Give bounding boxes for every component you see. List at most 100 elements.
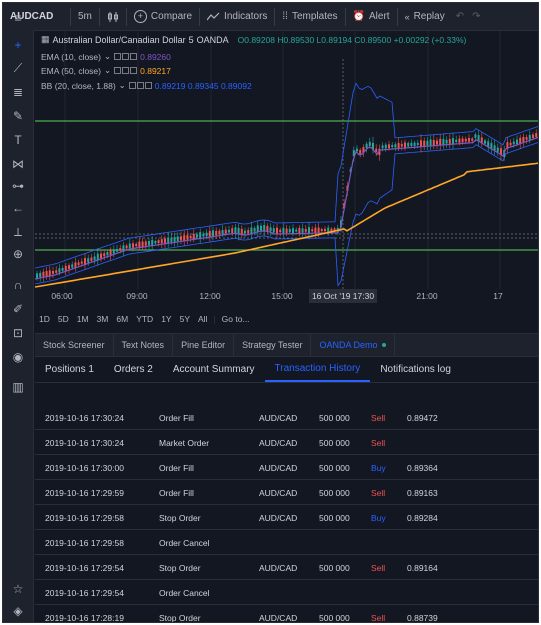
redo-button[interactable]: ↷ (468, 3, 484, 30)
chart-style-button[interactable] (100, 3, 126, 30)
table-row[interactable]: 2019-10-16 17:29:54 Stop Order AUD/CAD 500 … (35, 555, 538, 580)
candle-body (308, 227, 310, 234)
magnet-icon[interactable]: ∩ (11, 278, 25, 292)
lock-icon[interactable]: ⊡ (11, 326, 25, 340)
candle-body (269, 227, 272, 232)
brush-icon[interactable]: ✎ (11, 109, 25, 123)
range-3m[interactable]: 3M (93, 314, 113, 324)
tab-transaction-history[interactable]: Transaction History (264, 356, 371, 382)
bb-legend[interactable]: BB (20, close, 1.88) ⌄ 0.89219 0.89345 0… (41, 80, 252, 91)
ruler-icon[interactable]: ⟂ (11, 225, 25, 239)
range-1m[interactable]: 1M (73, 314, 93, 324)
candle-body (116, 249, 118, 252)
legend-controls[interactable] (114, 67, 138, 74)
table-row[interactable]: 2019-10-16 17:28:19 Stop Order AUD/CAD 500 … (35, 605, 538, 623)
candle-body (528, 134, 531, 140)
ema50-legend[interactable]: EMA (50, close) ⌄ 0.89217 (41, 65, 171, 76)
menu-icon[interactable]: ≡ (11, 11, 25, 25)
bb-lower-band (35, 142, 538, 287)
templates-button[interactable]: ⁞⁞ Templates (275, 3, 344, 30)
zoom-icon[interactable]: ⊕ (11, 247, 25, 261)
trend-line-icon[interactable]: ⟋ (11, 61, 25, 75)
text-icon[interactable]: T (11, 133, 25, 147)
compare-button[interactable]: + Compare (127, 3, 199, 30)
lock-drawings-icon[interactable]: ✐ (11, 302, 25, 316)
cell-time: 2019-10-16 17:29:54 (45, 588, 124, 598)
top-toolbar: AUDCAD 5m + Compare Indicators ⁞⁞ Templa… (3, 3, 538, 31)
range-6m[interactable]: 6M (112, 314, 132, 324)
replay-icon: « (404, 11, 410, 22)
tab-oanda-demo[interactable]: OANDA Demo (311, 334, 395, 356)
crosshair-icon[interactable]: + (11, 38, 25, 52)
interval-button[interactable]: 5m (71, 3, 99, 30)
pattern-icon[interactable]: ⋈ (11, 157, 25, 171)
tab-account-summary[interactable]: Account Summary (163, 356, 265, 382)
candle-body (423, 140, 426, 147)
cell-qty: 500 000 (319, 513, 350, 523)
fib-icon[interactable]: ≣ (11, 85, 25, 99)
star-icon[interactable]: ☆ (11, 582, 25, 596)
tab-text-notes[interactable]: Text Notes (114, 334, 174, 356)
candle-body (74, 262, 77, 268)
time-axis-label: 15:00 (271, 291, 293, 301)
tab-stock-screener[interactable]: Stock Screener (35, 334, 114, 356)
candle-body (276, 227, 278, 235)
legend-controls[interactable] (114, 53, 138, 60)
indicators-button[interactable]: Indicators (200, 3, 274, 30)
cell-symbol: AUD/CAD (259, 438, 298, 448)
candle-body (285, 228, 288, 233)
table-row[interactable]: 2019-10-16 17:30:24 Market Order AUD/CAD 50… (35, 430, 538, 455)
candle-body (119, 248, 122, 251)
tab-orders[interactable]: Orders 2 (104, 356, 163, 382)
table-row[interactable]: 2019-10-16 17:29:58 Stop Order AUD/CAD 500 … (35, 505, 538, 530)
candle-body (234, 227, 237, 233)
candle-body (176, 236, 179, 242)
cell-price: 0.89163 (407, 488, 438, 498)
cell-time: 2019-10-16 17:28:19 (45, 613, 124, 623)
trash-icon[interactable]: ▥ (11, 380, 25, 394)
candle-body (388, 144, 390, 149)
table-row[interactable]: 2019-10-16 17:30:00 Order Fill AUD/CAD 500 … (35, 455, 538, 480)
candle-body (394, 144, 397, 148)
eye-icon[interactable]: ◉ (11, 350, 25, 364)
table-row[interactable]: 2019-10-16 17:29:59 Order Fill AUD/CAD 500 … (35, 480, 538, 505)
table-row[interactable]: 2019-10-16 17:29:54 Order Cancel (35, 580, 538, 605)
candle-body (538, 132, 539, 135)
range-5y[interactable]: 5Y (176, 314, 194, 324)
ema50-value: 0.89217 (140, 65, 171, 76)
tab-pine-editor[interactable]: Pine Editor (173, 334, 235, 356)
go-to-button[interactable]: Go to... (218, 314, 254, 324)
candle-body (260, 225, 262, 231)
undo-button[interactable]: ↶ (452, 3, 468, 30)
cell-qty: 500 000 (319, 488, 350, 498)
tab-positions[interactable]: Positions 1 (35, 356, 104, 382)
tab-strategy-tester[interactable]: Strategy Tester (234, 334, 312, 356)
cell-time: 2019-10-16 17:30:24 (45, 413, 124, 423)
layers-icon[interactable]: ◈ (11, 604, 25, 618)
range-ytd[interactable]: YTD (132, 314, 157, 324)
table-row[interactable]: 2019-10-16 17:30:24 Order Fill AUD/CAD 500 … (35, 405, 538, 430)
candle-body (420, 140, 422, 147)
candle-body (148, 241, 150, 246)
ema10-legend[interactable]: EMA (10, close) ⌄ 0.89260 (41, 51, 171, 62)
symbol-exchange[interactable]: OANDA (197, 35, 229, 45)
candle-body (45, 271, 48, 277)
replay-button[interactable]: « Replay (398, 3, 452, 30)
range-5d[interactable]: 5D (54, 314, 73, 324)
table-row[interactable]: 2019-10-16 17:29:58 Order Cancel (35, 530, 538, 555)
trading-app: AUDCAD 5m + Compare Indicators ⁞⁞ Templa… (2, 2, 539, 623)
candle-body (231, 228, 234, 233)
candle-body (170, 237, 173, 242)
candle-body (154, 241, 157, 244)
arrow-left-icon[interactable]: ← (11, 201, 25, 215)
candle-body (112, 249, 115, 254)
tab-notifications-log[interactable]: Notifications log (370, 356, 461, 382)
range-all[interactable]: All (194, 314, 211, 324)
range-1y[interactable]: 1Y (157, 314, 175, 324)
legend-controls[interactable] (128, 82, 152, 89)
projection-icon[interactable]: ⊶ (11, 179, 25, 193)
alert-button[interactable]: ⏰ Alert (346, 3, 397, 30)
undo-icon: ↶ (455, 11, 465, 22)
range-1d[interactable]: 1D (35, 314, 54, 324)
candle-body (330, 228, 333, 232)
